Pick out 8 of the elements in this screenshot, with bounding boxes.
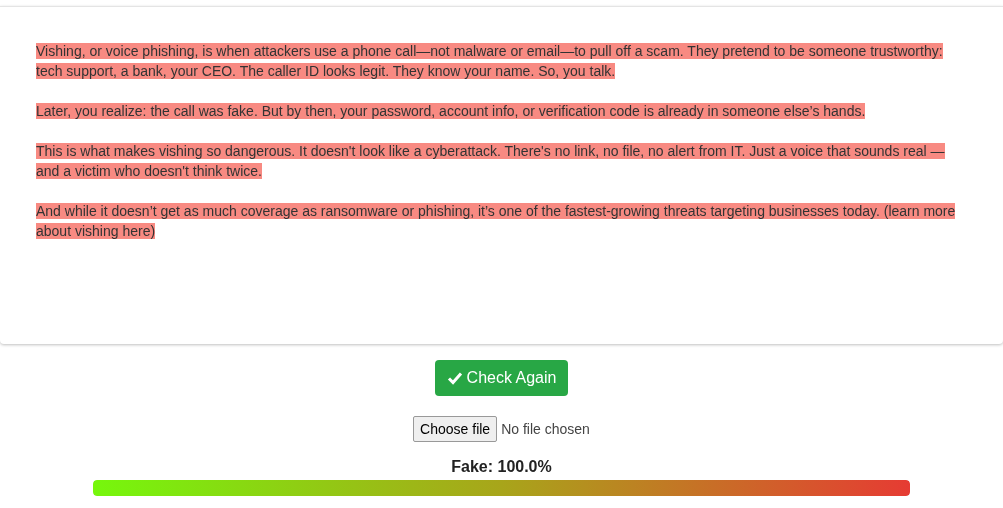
paragraph-text: And while it doesn’t get as much coverage as ransomware or phishing, it’s one of the fastest-growing threats targeting businesses today. (learn more about vishing here): [36, 202, 957, 241]
check-icon: [446, 370, 463, 386]
file-status-text: No file chosen: [501, 421, 590, 437]
paragraph-text: Later, you realize: the call was fake. But by then, your password, account info, or verification code is already in someone else’s hands.: [36, 102, 867, 121]
result-label: Fake: 100.0%: [451, 458, 552, 476]
paragraph-text: Vishing, or voice phishing, is when attackers use a phone call—not malware or email—to pull off a scam. They pretend to be someone trustworthy: tech support, a bank, your CEO. The caller ID looks legit. They know your name. So, you talk.: [36, 42, 944, 81]
choose-file-button[interactable]: Choose file: [413, 416, 498, 442]
paragraph-text: This is what makes vishing so dangerous. It doesn't look like a cyberattack. There's no link, no file, no alert from IT. Just a voice that sounds real — and a victim who doesn't think twice.: [36, 142, 946, 181]
